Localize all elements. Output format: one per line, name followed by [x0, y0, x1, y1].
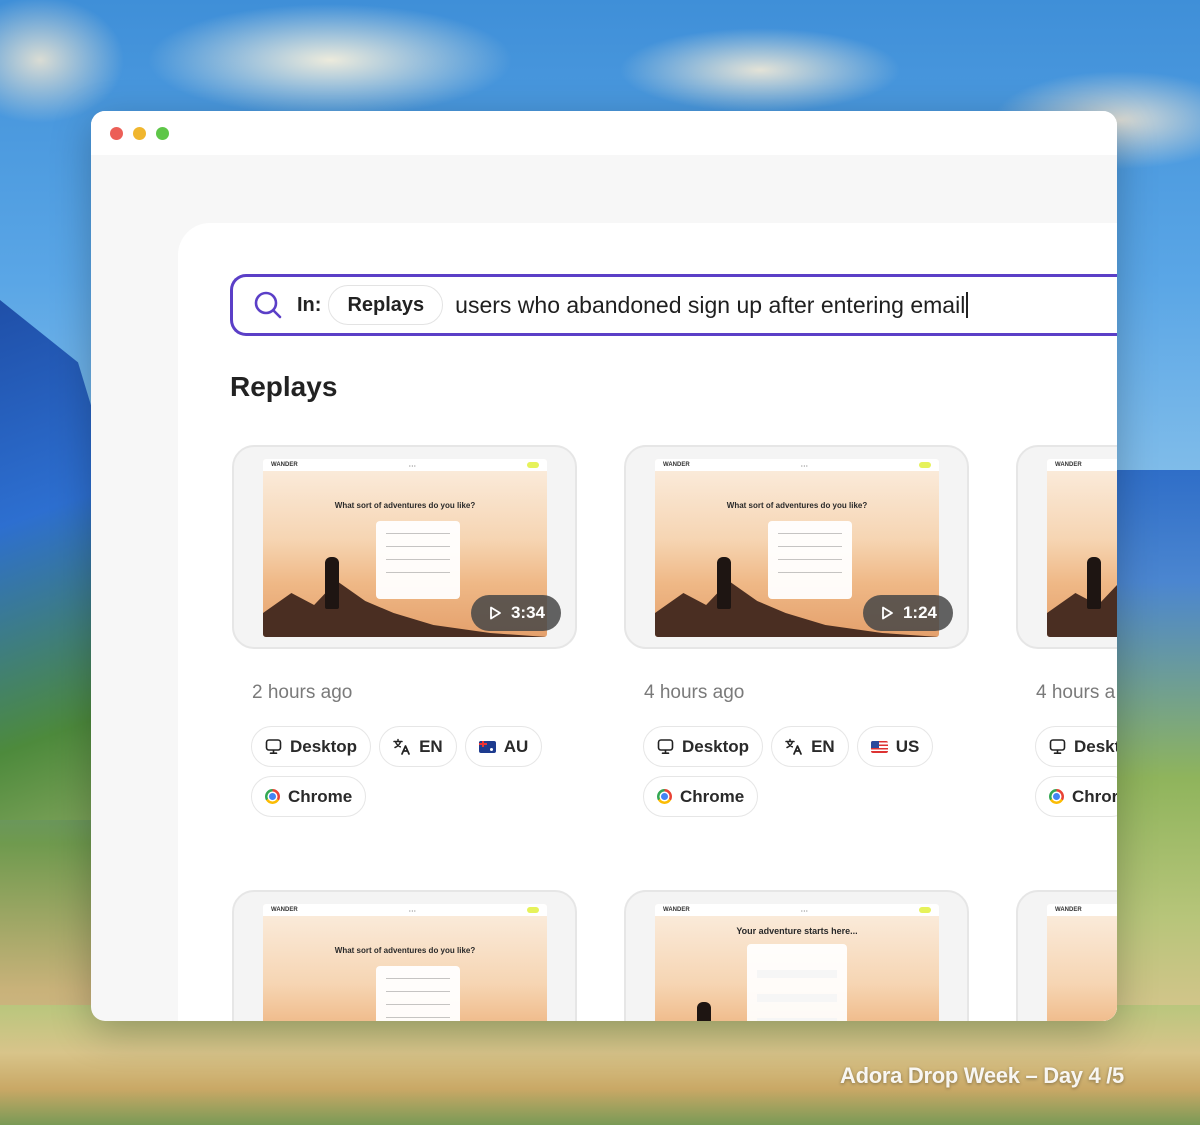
- language-chip[interactable]: EN: [771, 726, 849, 767]
- replay-card[interactable]: WANDER • • • What sort of adventures do y…: [232, 890, 577, 1021]
- monitor-icon: [1049, 738, 1066, 755]
- replay-card[interactable]: WANDER: [1016, 890, 1117, 1021]
- chrome-icon: [1049, 789, 1064, 804]
- monitor-icon: [657, 738, 674, 755]
- close-window-button[interactable]: [110, 127, 123, 140]
- play-icon: [882, 606, 893, 620]
- country-chip[interactable]: AU: [464, 726, 543, 767]
- language-chip[interactable]: EN: [379, 726, 457, 767]
- screen-brand: WANDER: [663, 462, 690, 468]
- text-caret: [966, 291, 969, 318]
- search-scope-chip[interactable]: Replays: [328, 285, 444, 325]
- screen-brand: WANDER: [271, 462, 298, 468]
- duration-badge[interactable]: 1:24: [862, 595, 953, 631]
- replay-tags: Deskt Chror: [1035, 726, 1117, 817]
- replay-time-ago: 4 hours a: [1036, 682, 1116, 703]
- browser-chip[interactable]: Chror: [1035, 776, 1117, 817]
- screen-headline: What sort of adventures do you like?: [334, 501, 476, 510]
- replay-thumbnail[interactable]: WANDER: [1016, 890, 1117, 1021]
- replay-screen-preview: WANDER • • • Your adventure starts here..…: [655, 904, 939, 1021]
- app-window: In: Replays users who abandoned sign up …: [91, 111, 1117, 1021]
- us-flag-icon: [870, 740, 888, 753]
- minimize-window-button[interactable]: [133, 127, 146, 140]
- search-icon: [253, 290, 283, 320]
- window-titlebar: [91, 111, 1117, 155]
- device-chip[interactable]: Desktop: [643, 726, 764, 767]
- screen-brand: WANDER: [663, 907, 690, 913]
- replay-screen-preview: WANDER: [1047, 904, 1117, 1021]
- device-chip[interactable]: Desktop: [251, 726, 372, 767]
- watermark-caption: Adora Drop Week – Day 4 /5: [839, 1063, 1124, 1088]
- replay-card[interactable]: WANDER • • • What sort of adventures do y…: [232, 445, 577, 817]
- screen-brand: WANDER: [1055, 462, 1082, 468]
- replay-thumbnail[interactable]: WANDER • • • Your adventure starts here..…: [624, 890, 969, 1021]
- screen-headline: What sort of adventures do you like?: [334, 946, 476, 955]
- replay-card[interactable]: WANDER • • • What sort of adventures do y…: [624, 445, 969, 817]
- replay-thumbnail[interactable]: WANDER • • • What sort of adventures do y…: [624, 445, 969, 649]
- replay-card[interactable]: WANDER • • • Your adventure starts here..…: [624, 890, 969, 1021]
- replay-screen-preview: WANDER • • • What sort of adventures do y…: [263, 904, 547, 1021]
- search-scope-label: In:: [297, 293, 322, 316]
- device-chip[interactable]: Deskt: [1035, 726, 1117, 767]
- australia-flag-icon: [478, 740, 496, 753]
- screen-headline: Your adventure starts here...: [736, 926, 858, 936]
- chrome-icon: [657, 789, 672, 804]
- translate-icon: [785, 738, 803, 755]
- country-chip[interactable]: US: [856, 726, 934, 767]
- background-hills: [1110, 470, 1200, 1030]
- replay-card[interactable]: WANDER 4 hours a Deskt Chror: [1016, 445, 1117, 817]
- replay-time-ago: 2 hours ago: [252, 682, 353, 703]
- replay-thumbnail[interactable]: WANDER • • • What sort of adventures do y…: [232, 890, 577, 1021]
- screen-headline: What sort of adventures do you like?: [726, 501, 868, 510]
- translate-icon: [393, 738, 411, 755]
- duration-text: 3:34: [510, 603, 545, 622]
- replay-tags: Desktop EN US Chrome: [643, 726, 963, 817]
- search-query-text: users who abandoned sign up after enteri…: [455, 291, 966, 318]
- duration-badge[interactable]: 3:34: [470, 595, 561, 631]
- monitor-icon: [265, 738, 282, 755]
- content-panel: In: Replays users who abandoned sign up …: [178, 223, 1117, 1021]
- search-bar[interactable]: In: Replays users who abandoned sign up …: [230, 274, 1117, 336]
- replay-thumbnail[interactable]: WANDER: [1016, 445, 1117, 649]
- replay-time-ago: 4 hours ago: [644, 682, 745, 703]
- duration-text: 1:24: [902, 603, 937, 622]
- play-icon: [490, 606, 501, 620]
- search-input[interactable]: users who abandoned sign up after enteri…: [455, 291, 969, 319]
- browser-chip[interactable]: Chrome: [643, 776, 759, 817]
- screen-brand: WANDER: [1055, 907, 1082, 913]
- browser-chip[interactable]: Chrome: [251, 776, 367, 817]
- chrome-icon: [265, 789, 280, 804]
- replay-screen-preview: WANDER: [1047, 459, 1117, 637]
- replay-tags: Desktop EN AU Chrome: [251, 726, 571, 817]
- replay-thumbnail[interactable]: WANDER • • • What sort of adventures do y…: [232, 445, 577, 649]
- section-title: Replays: [230, 371, 338, 402]
- maximize-window-button[interactable]: [156, 127, 169, 140]
- screen-brand: WANDER: [271, 907, 298, 913]
